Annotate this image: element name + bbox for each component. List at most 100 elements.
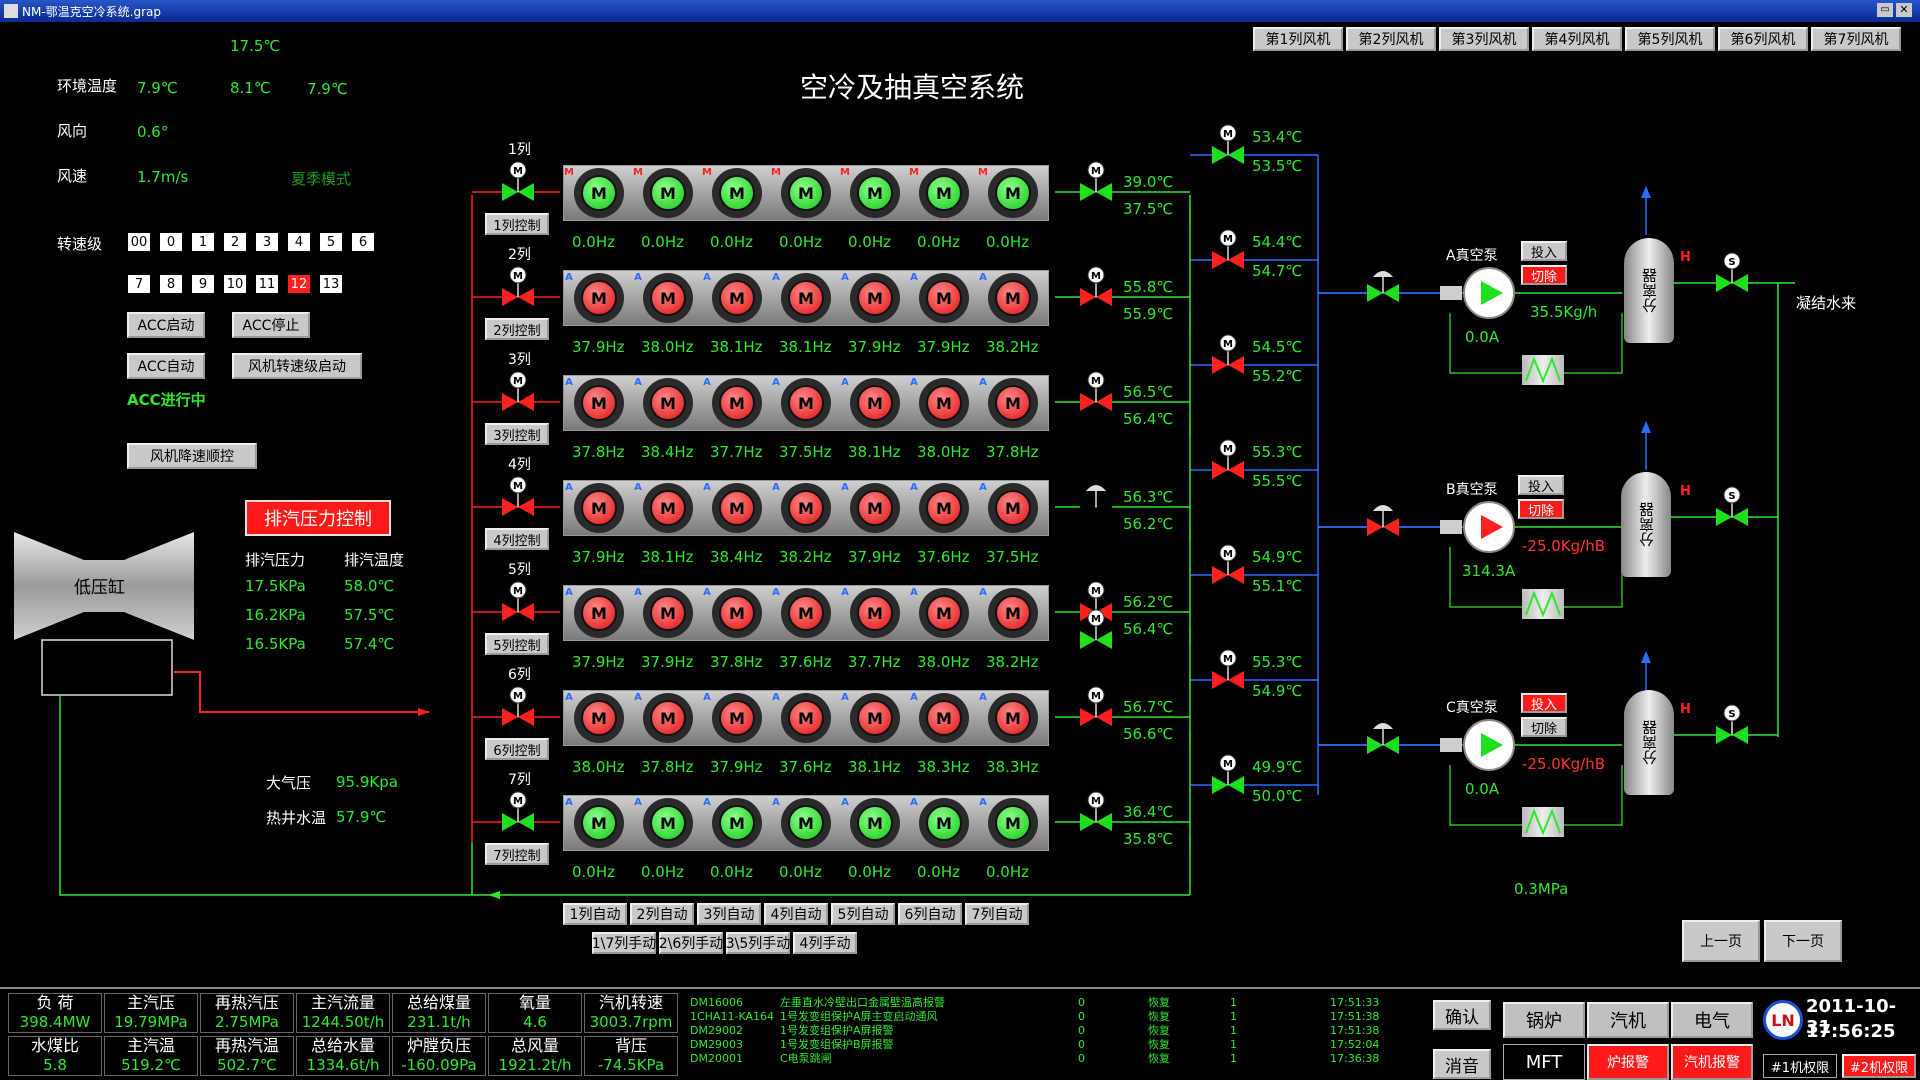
manual-button-1[interactable]: 1\7列手动 <box>592 932 656 954</box>
fan-4-7[interactable]: M <box>988 483 1038 533</box>
fan-6-1[interactable]: M <box>574 693 624 743</box>
system-button-6[interactable]: 汽机报警 <box>1671 1044 1753 1080</box>
fan-2-4[interactable]: M <box>781 273 831 323</box>
column-control-button-2[interactable]: 2列控制 <box>485 318 549 340</box>
fan-2-1[interactable]: M <box>574 273 624 323</box>
fan-mode-tag: M <box>771 167 781 178</box>
fan-4-3[interactable]: M <box>712 483 762 533</box>
manual-button-3[interactable]: 3\5列手动 <box>726 932 790 954</box>
prev-page-button[interactable]: 上一页 <box>1682 920 1760 962</box>
fan-2-3[interactable]: M <box>712 273 762 323</box>
pump-cut-button-1[interactable]: 切除 <box>1521 265 1567 285</box>
fan-1-3[interactable]: M <box>712 168 762 218</box>
fan-5-7[interactable]: M <box>988 588 1038 638</box>
vacuum-pump-1[interactable] <box>1463 267 1515 319</box>
fan-5-6[interactable]: M <box>919 588 969 638</box>
fan-2-2[interactable]: M <box>643 273 693 323</box>
fan-4-1[interactable]: M <box>574 483 624 533</box>
fan-3-7[interactable]: M <box>988 378 1038 428</box>
fan-7-6[interactable]: M <box>919 798 969 848</box>
manual-button-4[interactable]: 4列手动 <box>793 932 857 954</box>
fan-5-2[interactable]: M <box>643 588 693 638</box>
system-button-5[interactable]: 炉报警 <box>1587 1044 1669 1080</box>
fan-5-3[interactable]: M <box>712 588 762 638</box>
pump-cut-button-2[interactable]: 切除 <box>1518 499 1564 519</box>
auto-button-3[interactable]: 3列自动 <box>697 903 761 925</box>
fan-motor-icon: M <box>581 595 617 631</box>
stat-label: 炉膛负压 <box>406 1036 471 1055</box>
silence-button[interactable]: 消音 <box>1433 1049 1491 1079</box>
vacuum-temp-bot-4: 55.5℃ <box>1252 472 1303 490</box>
fan-7-1[interactable]: M <box>574 798 624 848</box>
fan-1-5[interactable]: M <box>850 168 900 218</box>
auto-button-7[interactable]: 7列自动 <box>965 903 1029 925</box>
auto-button-6[interactable]: 6列自动 <box>898 903 962 925</box>
system-button-4[interactable]: MFT <box>1503 1044 1585 1080</box>
fan-3-6[interactable]: M <box>919 378 969 428</box>
fan-4-4[interactable]: M <box>781 483 831 533</box>
system-button-2[interactable]: 汽机 <box>1587 1002 1669 1038</box>
fan-6-4[interactable]: M <box>781 693 831 743</box>
fan-7-3[interactable]: M <box>712 798 762 848</box>
pump-in-button-3[interactable]: 投入 <box>1521 693 1567 713</box>
fan-3-3[interactable]: M <box>712 378 762 428</box>
next-page-button[interactable]: 下一页 <box>1764 920 1842 962</box>
fan-1-6[interactable]: M <box>919 168 969 218</box>
fan-7-7[interactable]: M <box>988 798 1038 848</box>
column-control-button-1[interactable]: 1列控制 <box>485 213 549 235</box>
unit2-permission-button[interactable]: #2机权限 <box>1842 1054 1916 1078</box>
fan-6-5[interactable]: M <box>850 693 900 743</box>
fan-3-4[interactable]: M <box>781 378 831 428</box>
fan-3-2[interactable]: M <box>643 378 693 428</box>
alarm-state: 恢复 <box>1148 1024 1170 1037</box>
fan-4-5[interactable]: M <box>850 483 900 533</box>
fan-frequency: 37.9Hz <box>572 338 625 356</box>
fan-2-6[interactable]: M <box>919 273 969 323</box>
column-control-button-7[interactable]: 7列控制 <box>485 843 549 865</box>
fan-5-1[interactable]: M <box>574 588 624 638</box>
unit1-permission-button[interactable]: #1机权限 <box>1763 1054 1837 1078</box>
fan-7-4[interactable]: M <box>781 798 831 848</box>
pump-cut-button-3[interactable]: 切除 <box>1521 717 1567 737</box>
auto-button-2[interactable]: 2列自动 <box>630 903 694 925</box>
auto-button-5[interactable]: 5列自动 <box>831 903 895 925</box>
fan-mode-tag: A <box>703 692 711 703</box>
fan-5-5[interactable]: M <box>850 588 900 638</box>
fan-1-7[interactable]: M <box>988 168 1038 218</box>
fan-7-5[interactable]: M <box>850 798 900 848</box>
fan-6-3[interactable]: M <box>712 693 762 743</box>
pump-in-button-1[interactable]: 投入 <box>1521 241 1567 261</box>
vacuum-pump-2[interactable] <box>1463 501 1515 553</box>
system-button-3[interactable]: 电气 <box>1671 1002 1753 1038</box>
fan-5-4[interactable]: M <box>781 588 831 638</box>
fan-3-1[interactable]: M <box>574 378 624 428</box>
fan-3-5[interactable]: M <box>850 378 900 428</box>
fan-1-4[interactable]: M <box>781 168 831 218</box>
stat-value: 5.8 <box>43 1056 67 1074</box>
vacuum-pump-3[interactable] <box>1463 719 1515 771</box>
confirm-button[interactable]: 确认 <box>1433 1000 1491 1030</box>
auto-button-4[interactable]: 4列自动 <box>764 903 828 925</box>
fan-2-5[interactable]: M <box>850 273 900 323</box>
fan-1-1[interactable]: M <box>574 168 624 218</box>
manual-button-2[interactable]: 2\6列手动 <box>659 932 723 954</box>
column-control-button-4[interactable]: 4列控制 <box>485 528 549 550</box>
auto-button-1[interactable]: 1列自动 <box>563 903 627 925</box>
system-button-1[interactable]: 锅炉 <box>1503 1002 1585 1038</box>
column-control-button-6[interactable]: 6列控制 <box>485 738 549 760</box>
separator-3: 分离器 <box>1624 690 1674 795</box>
fan-4-2[interactable]: M <box>643 483 693 533</box>
fan-frequency: 37.9Hz <box>848 338 901 356</box>
fan-6-6[interactable]: M <box>919 693 969 743</box>
fan-4-6[interactable]: M <box>919 483 969 533</box>
column-control-button-3[interactable]: 3列控制 <box>485 423 549 445</box>
stat-value: 519.2℃ <box>121 1056 181 1074</box>
pump-in-button-2[interactable]: 投入 <box>1518 475 1564 495</box>
fan-2-7[interactable]: M <box>988 273 1038 323</box>
fan-6-7[interactable]: M <box>988 693 1038 743</box>
fan-7-2[interactable]: M <box>643 798 693 848</box>
fan-1-2[interactable]: M <box>643 168 693 218</box>
vacuum-temp-bot-3: 55.2℃ <box>1252 367 1303 385</box>
fan-6-2[interactable]: M <box>643 693 693 743</box>
column-control-button-5[interactable]: 5列控制 <box>485 633 549 655</box>
